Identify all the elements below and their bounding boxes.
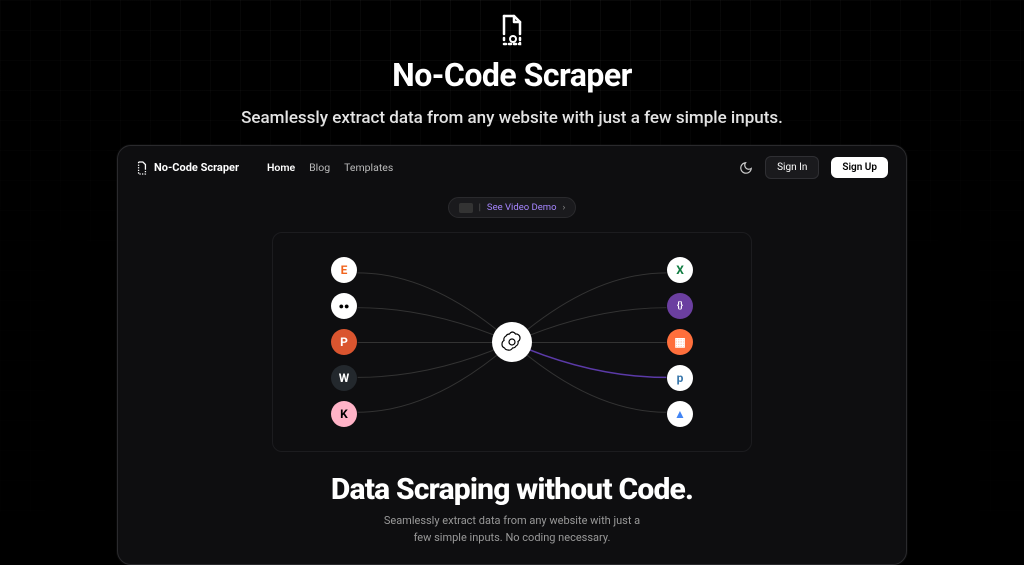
- target-column: X {} ▦ p ▲: [667, 257, 693, 427]
- nav-home[interactable]: Home: [267, 161, 295, 174]
- source-column: E ●● PWK: [331, 257, 357, 427]
- mockup-hero-sub1: Seamlessly extract data from any website…: [384, 514, 640, 527]
- signin-button[interactable]: Sign In: [765, 156, 819, 179]
- video-demo-pill[interactable]: | See Video Demo ›: [448, 197, 577, 218]
- product-mockup: No-Code Scraper Home Blog Templates Sign…: [117, 145, 907, 565]
- chevron-right-icon: ›: [563, 202, 566, 213]
- node-drive-icon: ▲: [667, 401, 693, 427]
- node-producthunt-icon: P: [331, 329, 357, 355]
- node-python-icon: p: [667, 365, 693, 391]
- mockup-hero-title: Data Scraping without Code.: [118, 472, 906, 507]
- mockup-brand[interactable]: No-Code Scraper: [136, 161, 239, 175]
- node-wordpress-icon: W: [331, 365, 357, 391]
- node-json-icon: {}: [667, 293, 693, 319]
- nav-blog[interactable]: Blog: [309, 161, 330, 174]
- node-etsy-icon: E: [331, 257, 357, 283]
- theme-toggle-icon[interactable]: [739, 161, 753, 175]
- signup-button[interactable]: Sign Up: [831, 157, 888, 178]
- page-title: No-Code Scraper: [0, 56, 1024, 94]
- node-sheets-icon: ▦: [667, 329, 693, 355]
- page-subtitle: Seamlessly extract data from any website…: [0, 108, 1024, 128]
- node-medium-icon: ●●: [331, 293, 357, 319]
- node-klarna-icon: K: [331, 401, 357, 427]
- center-openai-icon: [492, 322, 532, 362]
- mockup-hero-sub2: few simple inputs. No coding necessary.: [414, 531, 611, 544]
- video-thumb-icon: [459, 203, 473, 213]
- node-excel-icon: X: [667, 257, 693, 283]
- mockup-navbar: No-Code Scraper Home Blog Templates Sign…: [118, 146, 906, 189]
- nav-templates[interactable]: Templates: [344, 161, 393, 174]
- mockup-brand-text: No-Code Scraper: [154, 161, 239, 174]
- logo-icon: [498, 14, 526, 46]
- video-demo-label: See Video Demo: [487, 202, 557, 213]
- integration-diagram: E ●● PWK X {} ▦ p ▲: [272, 232, 752, 452]
